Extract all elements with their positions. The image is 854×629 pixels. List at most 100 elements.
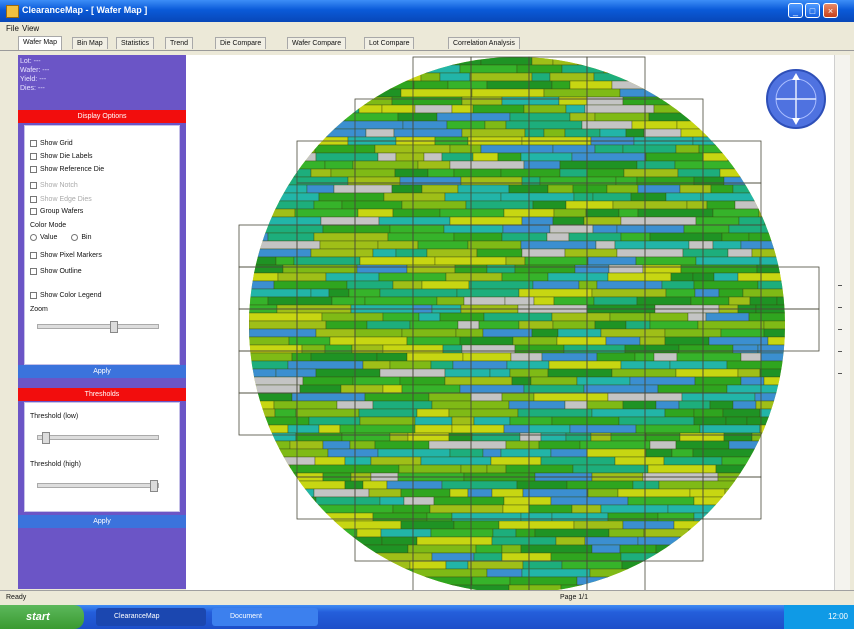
die-cell	[649, 312, 689, 322]
die-cell	[693, 408, 724, 418]
taskbar-item-document[interactable]: Document	[212, 608, 318, 626]
info-panel: Lot: --- Wafer: --- Yield: --- Dies: ---	[20, 57, 49, 93]
maximize-button[interactable]: □	[805, 3, 820, 18]
die-cell	[423, 152, 443, 162]
apply-display-button[interactable]: Apply	[18, 365, 186, 378]
checkbox[interactable]	[30, 153, 37, 160]
tab-die-compare[interactable]: Die Compare	[215, 37, 267, 49]
radio-value[interactable]	[30, 234, 37, 241]
die-cell	[501, 232, 548, 242]
die-cell	[609, 312, 651, 322]
die-cell	[594, 144, 624, 154]
die-cell	[295, 432, 343, 442]
checkbox[interactable]	[30, 208, 37, 215]
die-cell	[665, 288, 696, 298]
option-row[interactable]: Show Pixel Markers	[30, 252, 102, 259]
wafer-map[interactable]	[186, 55, 834, 604]
checkbox[interactable]	[30, 140, 37, 147]
close-button[interactable]: ×	[823, 3, 838, 18]
die-cell	[764, 192, 785, 202]
die-cell	[676, 120, 714, 130]
die-cell	[637, 208, 714, 218]
die-cell	[648, 112, 701, 122]
die-cell	[446, 120, 486, 130]
checkbox[interactable]	[30, 252, 37, 259]
die-cell	[386, 480, 443, 490]
tab-trend[interactable]: Trend	[165, 37, 194, 49]
die-cell	[539, 176, 617, 186]
checkbox[interactable]	[30, 166, 37, 173]
die-cell	[372, 400, 433, 410]
die-cell	[634, 352, 655, 362]
tab-statistics[interactable]: Statistics	[116, 37, 155, 49]
die-cell	[600, 328, 666, 338]
die-cell	[461, 96, 503, 106]
apply-thresholds-button[interactable]: Apply	[18, 515, 186, 528]
die-cell	[546, 232, 570, 242]
threshold-high-slider[interactable]	[37, 480, 159, 492]
slider-thumb[interactable]	[42, 432, 50, 444]
thresholds-header[interactable]: Thresholds	[18, 388, 186, 401]
display-options-header[interactable]: Display Options	[18, 110, 186, 123]
die-cell	[470, 392, 503, 402]
slider-thumb[interactable]	[150, 480, 158, 492]
option-row[interactable]: Show Outline	[30, 268, 82, 275]
die-cell	[519, 432, 542, 442]
die-cell	[409, 560, 447, 570]
die-cell	[532, 280, 580, 290]
option-row-disabled: Show Edge Dies	[30, 196, 92, 203]
option-row[interactable]: Show Grid	[30, 140, 73, 147]
compass-icon[interactable]	[766, 69, 826, 129]
die-cell	[681, 392, 756, 402]
wafer-map-canvas[interactable]	[186, 55, 834, 604]
tab-wafer-compare[interactable]: Wafer Compare	[287, 37, 347, 49]
menu-view[interactable]: View	[22, 24, 39, 33]
start-button[interactable]: start	[0, 605, 84, 629]
checkbox[interactable]	[30, 268, 37, 275]
tab-bin-map[interactable]: Bin Map	[72, 37, 108, 49]
die-cell	[391, 96, 463, 106]
zoom-slider[interactable]	[37, 321, 159, 333]
die-cell	[675, 440, 730, 450]
tab-lot-compare[interactable]: Lot Compare	[364, 37, 415, 49]
die-cell	[730, 496, 785, 506]
die-cell	[374, 440, 430, 450]
die-cell	[471, 88, 545, 98]
tab-wafer-map[interactable]: Wafer Map	[18, 36, 62, 50]
die-cell	[737, 368, 761, 378]
die-cell	[351, 344, 384, 354]
option-row[interactable]: Show Reference Die	[30, 166, 104, 173]
die-cell	[489, 368, 511, 378]
die-cell	[249, 456, 316, 466]
die-cell	[358, 408, 418, 418]
threshold-low-slider[interactable]	[37, 432, 159, 444]
tab-correlation-analysis[interactable]: Correlation Analysis	[448, 37, 520, 49]
taskbar-item-app[interactable]: ClearanceMap	[96, 608, 206, 626]
die-cell	[397, 112, 438, 122]
option-row[interactable]: Show Die Labels	[30, 153, 93, 160]
option-row[interactable]: Group Wafers	[30, 208, 83, 215]
die-cell	[416, 536, 493, 546]
die-cell	[444, 376, 513, 386]
title-bar: ClearanceMap - [ Wafer Map ] _ □ ×	[0, 0, 854, 22]
option-row[interactable]: Show Color Legend	[30, 292, 102, 299]
die-cell	[382, 576, 402, 586]
die-cell	[354, 328, 403, 338]
die-cell	[653, 80, 718, 90]
radio-bin[interactable]	[71, 234, 79, 241]
die-cell	[379, 496, 405, 506]
vertical-scrollbar[interactable]	[834, 55, 850, 590]
die-cell	[762, 128, 785, 138]
die-cell	[534, 528, 610, 538]
die-cell	[324, 344, 353, 354]
die-cell	[618, 208, 639, 218]
die-cell	[702, 152, 729, 162]
die-cell	[505, 120, 583, 130]
menu-file[interactable]: File	[6, 24, 19, 33]
checkbox[interactable]	[30, 292, 37, 299]
slider-thumb[interactable]	[110, 321, 118, 333]
minimize-button[interactable]: _	[788, 3, 803, 18]
die-cell	[564, 400, 588, 410]
die-cell	[249, 224, 324, 234]
die-cell	[310, 168, 332, 178]
